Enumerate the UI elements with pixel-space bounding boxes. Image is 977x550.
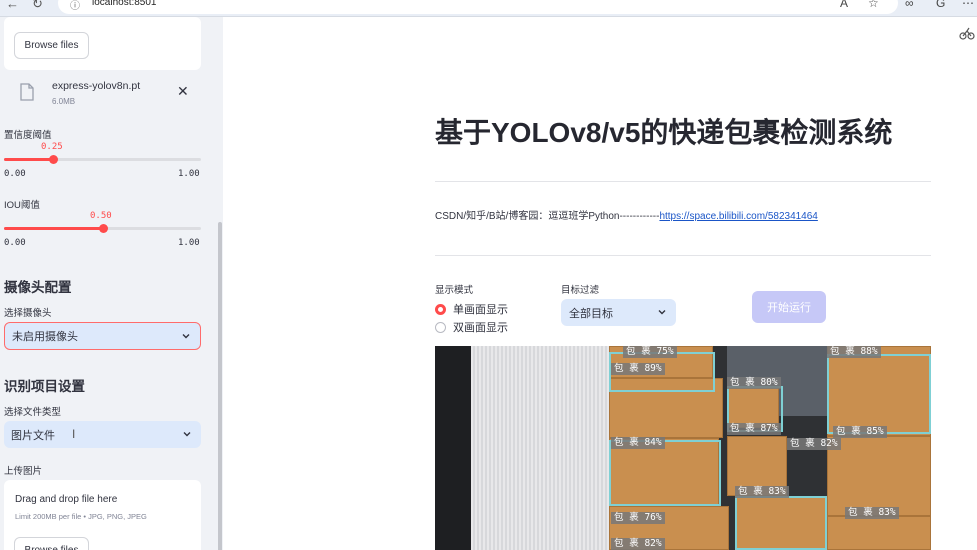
address-url[interactable]: localhost:8501 [92,0,157,8]
conf-slider-fill [4,158,53,161]
detection-label: 包 裹 87% [727,423,781,435]
camera-section-heading: 摄像头配置 [4,280,72,295]
credit-text: CSDN/知乎/B站/博客园：逗逗班学Python------------ [435,211,660,222]
detection-label: 包 裹 88% [827,346,881,358]
file-type-label: 选择文件类型 [4,407,62,418]
remove-file-close-icon[interactable]: ✕ [177,83,189,100]
chevron-down-icon [658,310,666,315]
chevron-down-icon [183,432,191,437]
detection-label: 包 裹 85% [833,426,887,438]
image-white-shelf [471,346,609,550]
uploaded-model-size: 6.0MB [52,97,76,106]
iou-slider-label: IOU阈值 [4,200,40,211]
file-type-value: 图片文件 [11,429,55,442]
detection-label: 包 裹 80% [727,377,781,389]
running-bike-icon[interactable] [959,25,975,41]
detection-label: 包 裹 84% [611,437,665,449]
bilibili-link[interactable]: https://space.bilibili.com/582341464 [659,211,817,222]
conf-slider-max: 1.00 [178,169,200,179]
iou-slider[interactable] [4,224,201,233]
camera-select[interactable]: 未启用摄像头 [4,322,201,350]
site-info-icon[interactable]: ⓘ [70,0,80,12]
conf-slider-thumb[interactable] [49,155,58,164]
radio-selected-indicator [435,303,446,315]
sidebar-scrollbar[interactable] [218,222,222,550]
conf-slider-value: 0.25 [41,142,63,152]
target-filter-label: 目标过滤 [561,285,600,296]
iou-slider-thumb[interactable] [99,224,108,233]
detection-label: 包 裹 76% [611,512,665,524]
radio-single-view-label: 单画面显示 [453,304,508,316]
detection-label: 包 裹 82% [611,538,665,550]
detection-bbox [609,440,721,506]
detection-label: 包 裹 83% [845,507,899,519]
credit-line: CSDN/知乎/B站/博客园：逗逗班学Python------------htt… [435,207,818,222]
file-icon [20,83,34,101]
extensions-icon[interactable]: ∞ [905,0,914,10]
upload-image-label: 上传图片 [4,466,43,477]
page-title: 基于YOLOv8/v5的快递包裹检测系统 [435,117,893,148]
detection-bbox [827,354,931,434]
radio-dual-view[interactable]: 双画面显示 [435,319,508,335]
text-cursor-icon: I [72,427,76,441]
conf-slider[interactable] [4,155,201,164]
camera-select-label: 选择摄像头 [4,308,52,319]
detection-label: 包 裹 75% [623,346,677,358]
radio-single-view[interactable]: 单画面显示 [435,301,508,317]
reload-icon[interactable]: ↻ [32,0,43,12]
target-filter-value: 全部目标 [569,307,613,320]
project-section-heading: 识别项目设置 [4,379,85,394]
detection-result-image: 包 裹 75% 包 裹 88% 包 裹 89% 包 裹 80% 包 裹 87% … [435,346,931,550]
iou-slider-value: 0.50 [90,211,112,221]
read-aloud-icon[interactable]: A [840,0,848,10]
main-content: 基于YOLOv8/v5的快递包裹检测系统 CSDN/知乎/B站/博客园：逗逗班学… [223,17,977,550]
back-icon[interactable]: ← [6,0,19,11]
model-browse-files-button[interactable]: Browse files [14,32,89,59]
radio-unselected-indicator [435,321,446,333]
browser-toolbar: ← ↻ ⓘ localhost:8501 A ☆ ∞ G ⋯ [0,0,977,17]
more-icon[interactable]: ⋯ [962,0,974,10]
conf-slider-min: 0.00 [4,169,26,179]
model-upload-card: Browse files [4,17,201,70]
image-dark-frame [435,346,471,550]
start-run-button[interactable]: 开始运行 [752,291,826,323]
drop-zone-limit: Limit 200MB per file • JPG, PNG, JPEG [15,512,147,521]
detection-bbox [735,496,827,550]
radio-dual-view-label: 双画面显示 [453,322,508,334]
image-browse-files-button[interactable]: Browse files [14,537,89,550]
detection-label: 包 裹 83% [735,486,789,498]
package-box [827,436,931,516]
sidebar: Browse files express-yolov8n.pt 6.0MB ✕ … [0,17,223,550]
iou-slider-max: 1.00 [178,238,200,248]
iou-slider-fill [4,227,103,230]
detection-label: 包 裹 82% [787,438,841,450]
favorite-star-icon[interactable]: ☆ [868,0,879,10]
uploaded-model-name: express-yolov8n.pt [52,80,141,92]
chevron-down-icon [182,334,190,339]
target-filter-select[interactable]: 全部目标 [561,299,676,326]
divider [435,255,931,256]
package-box [827,516,931,550]
image-drop-zone[interactable]: Drag and drop file here Limit 200MB per … [4,480,201,550]
iou-slider-min: 0.00 [4,238,26,248]
detection-label: 包 裹 89% [611,363,665,375]
drop-zone-title: Drag and drop file here [15,494,118,505]
display-mode-label: 显示模式 [435,285,474,296]
divider [435,181,931,182]
browser-app-icon[interactable]: G [936,0,945,10]
conf-slider-label: 置信度阈值 [4,130,52,141]
address-bar[interactable] [58,0,898,14]
camera-select-value: 未启用摄像头 [12,331,78,343]
file-type-select[interactable]: 图片文件 I [4,421,201,448]
